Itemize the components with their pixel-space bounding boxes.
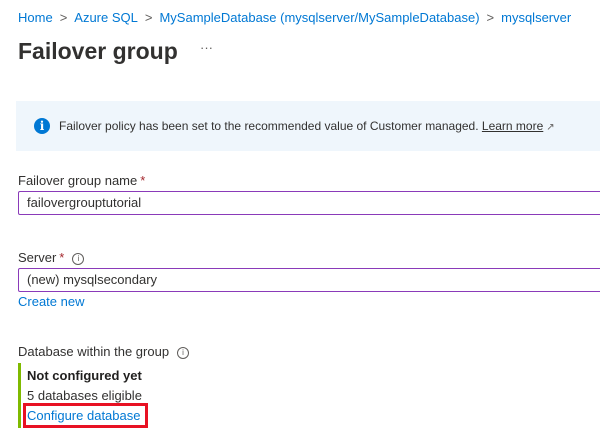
learn-more-link[interactable]: Learn more (482, 119, 543, 133)
server-label: Server * i (18, 250, 85, 265)
info-icon[interactable]: i (72, 253, 85, 265)
failover-group-name-input[interactable]: failovergrouptutorial (18, 191, 600, 215)
database-status: Not configured yet (27, 368, 142, 383)
breadcrumb-home[interactable]: Home (18, 10, 53, 25)
breadcrumb: Home > Azure SQL > MySampleDatabase (mysqlse… (18, 10, 571, 25)
chevron-right-icon: > (59, 10, 68, 25)
databases-eligible: 5 databases eligible (27, 388, 142, 403)
page-title: Failover group (18, 38, 178, 64)
info-icon[interactable]: i (177, 347, 190, 359)
chevron-right-icon: > (486, 10, 495, 25)
failover-group-name-label: Failover group name * (18, 173, 146, 188)
status-bar (18, 363, 21, 428)
breadcrumb-azure-sql[interactable]: Azure SQL (74, 10, 138, 25)
external-link-icon: ↗ (546, 122, 555, 133)
breadcrumb-server[interactable]: mysqlserver (501, 10, 571, 25)
create-new-link[interactable]: Create new (18, 294, 84, 309)
highlight-box (23, 403, 148, 428)
info-text: Failover policy has been set to the reco… (59, 119, 479, 133)
server-select[interactable]: (new) mysqlsecondary (18, 268, 600, 292)
more-options-icon[interactable]: ··· (200, 40, 213, 55)
database-group-label: Database within the group i (18, 344, 190, 359)
chevron-right-icon: > (144, 10, 153, 25)
breadcrumb-database[interactable]: MySampleDatabase (mysqlserver/MySampleDa… (159, 10, 479, 25)
info-banner: i Failover policy has been set to the re… (16, 101, 600, 151)
info-icon: i (34, 118, 50, 134)
